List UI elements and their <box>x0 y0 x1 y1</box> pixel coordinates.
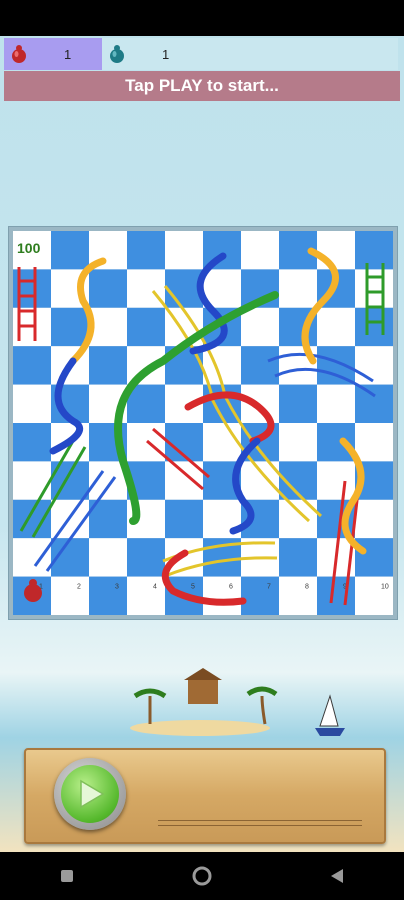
board-grid: 1 2 3 4 5 6 7 8 9 10 100 <box>13 231 393 615</box>
square-number: 2 <box>77 584 81 591</box>
square-number: 8 <box>305 584 309 591</box>
board-cell <box>89 538 127 577</box>
status-bar <box>0 0 404 36</box>
board-cell <box>127 423 165 462</box>
board-cell <box>13 346 51 385</box>
red-pawn-icon <box>12 45 26 63</box>
board-cell <box>203 576 241 615</box>
player-2-panel: 1 <box>102 38 398 70</box>
play-button-face <box>61 765 119 823</box>
board-cell <box>241 231 279 270</box>
square-number: 7 <box>267 584 271 591</box>
teal-pawn-icon <box>110 45 124 63</box>
board-cell <box>241 576 279 615</box>
board-cell <box>13 538 51 577</box>
circle-icon <box>192 866 212 886</box>
board-cell <box>355 307 393 347</box>
board-cell <box>127 576 165 615</box>
board-cell <box>317 576 355 615</box>
board-cell <box>355 499 393 539</box>
play-icon <box>80 779 105 809</box>
board-cell <box>127 269 165 308</box>
board-cell <box>279 384 317 423</box>
board-cell <box>241 307 279 347</box>
board-cell <box>355 538 393 577</box>
board-cell <box>13 423 51 462</box>
board-cell <box>165 231 203 270</box>
dice-track <box>158 820 362 826</box>
square-number: 3 <box>115 584 119 591</box>
board-cell <box>279 538 317 577</box>
recents-button[interactable] <box>47 856 87 896</box>
board-cell <box>51 231 89 270</box>
board-cell <box>127 307 165 347</box>
board-cell <box>317 423 355 462</box>
square-icon <box>61 870 74 882</box>
square-100-label: 100 <box>17 240 41 256</box>
board-cell <box>279 576 317 615</box>
board-cell <box>89 269 127 308</box>
board-cell <box>51 307 89 347</box>
board-cell <box>89 307 127 347</box>
board-cell <box>355 576 393 615</box>
play-button[interactable] <box>54 758 126 830</box>
board-cell <box>241 346 279 385</box>
square-number: 10 <box>381 584 389 591</box>
home-button[interactable] <box>182 856 222 896</box>
board-cell <box>317 307 355 347</box>
square-number: 5 <box>191 584 195 591</box>
board-cell <box>127 231 165 270</box>
game-screen: 1 1 Tap PLAY to start... 1 2 3 4 5 6 7 8 9 10 100 <box>0 36 404 852</box>
board-cell <box>279 269 317 308</box>
board-cell <box>165 499 203 539</box>
back-button[interactable] <box>317 856 357 896</box>
board-cell <box>89 576 127 615</box>
board-cell <box>279 423 317 462</box>
board-cell <box>127 538 165 577</box>
board-cell <box>317 231 355 270</box>
board-cell <box>355 231 393 270</box>
status-message: Tap PLAY to start... <box>4 71 400 101</box>
board-cell <box>89 346 127 385</box>
board-cell <box>355 346 393 385</box>
square-number: 6 <box>229 584 233 591</box>
board-cell <box>317 461 355 500</box>
board-cell <box>13 384 51 423</box>
game-board[interactable]: 1 2 3 4 5 6 7 8 9 10 100 <box>8 226 398 620</box>
board-cell <box>355 384 393 423</box>
player-1-panel: 1 <box>4 38 102 70</box>
board-cell <box>317 346 355 385</box>
board-cell <box>13 499 51 539</box>
square-number: 4 <box>153 584 157 591</box>
board-cell <box>355 423 393 462</box>
navigation-bar <box>0 852 404 900</box>
player-2-score: 1 <box>162 46 170 62</box>
player-1-score: 1 <box>64 46 72 62</box>
board-cell <box>51 576 89 615</box>
triangle-back-icon <box>330 869 343 883</box>
board-cell <box>203 423 241 462</box>
board-cell <box>355 269 393 308</box>
board-cell <box>13 461 51 500</box>
board-cell <box>317 384 355 423</box>
players-bar: 1 1 <box>4 38 400 70</box>
